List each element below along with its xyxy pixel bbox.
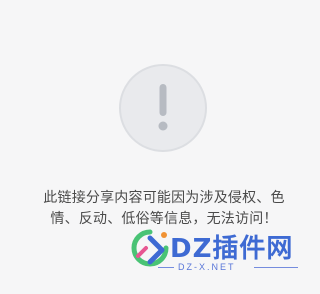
warning-badge <box>119 64 207 152</box>
watermark-divider-right <box>254 267 298 268</box>
blocked-link-page: 此链接分享内容可能因为涉及侵权、色情、反动、低俗等信息，无法访问！ DZ插件网 … <box>0 0 318 294</box>
dz-logo-icon <box>131 229 169 267</box>
exclamation-icon <box>158 84 168 131</box>
watermark-title: DZ插件网 <box>170 234 294 264</box>
watermark-divider-left <box>158 267 174 268</box>
watermark-subtitle: DZ-X.NET <box>178 262 236 272</box>
site-watermark: DZ插件网 DZ-X.NET <box>128 220 314 280</box>
